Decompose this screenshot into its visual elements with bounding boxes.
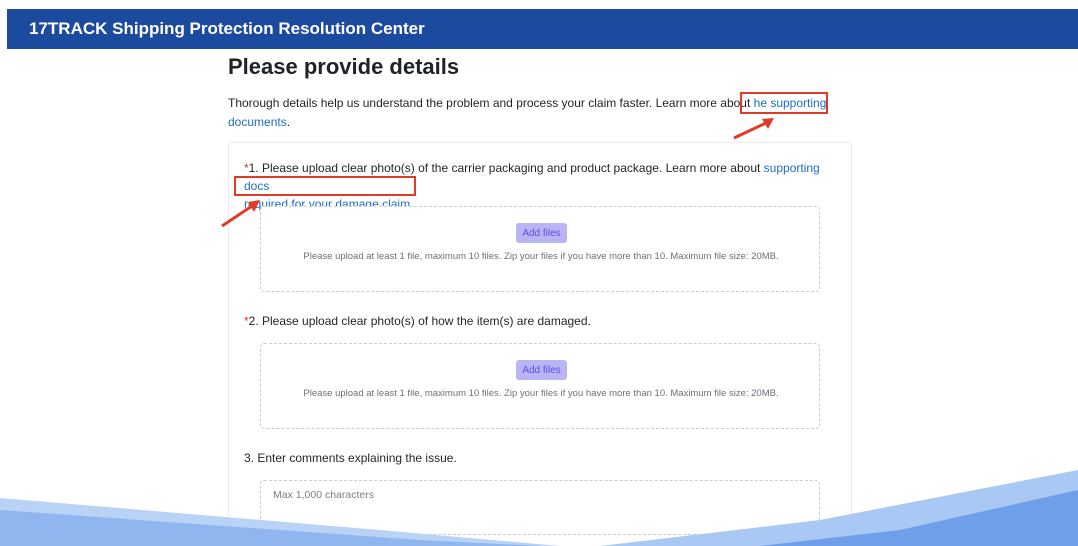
upload-dropzone-2[interactable]: Add files Please upload at least 1 file,… [260,343,820,429]
header-title: 17TRACK Shipping Protection Resolution C… [29,19,425,38]
page-title: Please provide details [228,54,460,79]
add-files-button-2[interactable]: Add files [516,360,567,380]
intro-paragraph: Thorough details help us understand the … [228,94,838,132]
question-3-label: 3. Enter comments explaining the issue. [244,451,457,465]
add-files-button-1[interactable]: Add files [516,223,567,243]
intro-link-part-2[interactable]: documents [228,115,287,129]
question-2-text: 2. Please upload clear photo(s) of how t… [248,314,591,328]
question-1-label: *1. Please upload clear photo(s) of the … [244,159,844,213]
intro-link-part-1[interactable]: he supporting [754,96,827,110]
header-bar: 17TRACK Shipping Protection Resolution C… [7,9,1078,49]
upload-hint-1: Please upload at least 1 file, maximum 1… [303,251,779,262]
comments-textarea[interactable]: Max 1,000 characters [260,480,820,535]
question-2-label: *2. Please upload clear photo(s) of how … [244,312,844,330]
comments-placeholder: Max 1,000 characters [273,489,374,501]
intro-text: Thorough details help us understand the … [228,96,754,110]
question-1-text: 1. Please upload clear photo(s) of the c… [248,161,764,175]
upload-hint-2: Please upload at least 1 file, maximum 1… [303,388,779,399]
intro-period: . [286,115,291,129]
upload-dropzone-1[interactable]: Add files Please upload at least 1 file,… [260,206,820,292]
